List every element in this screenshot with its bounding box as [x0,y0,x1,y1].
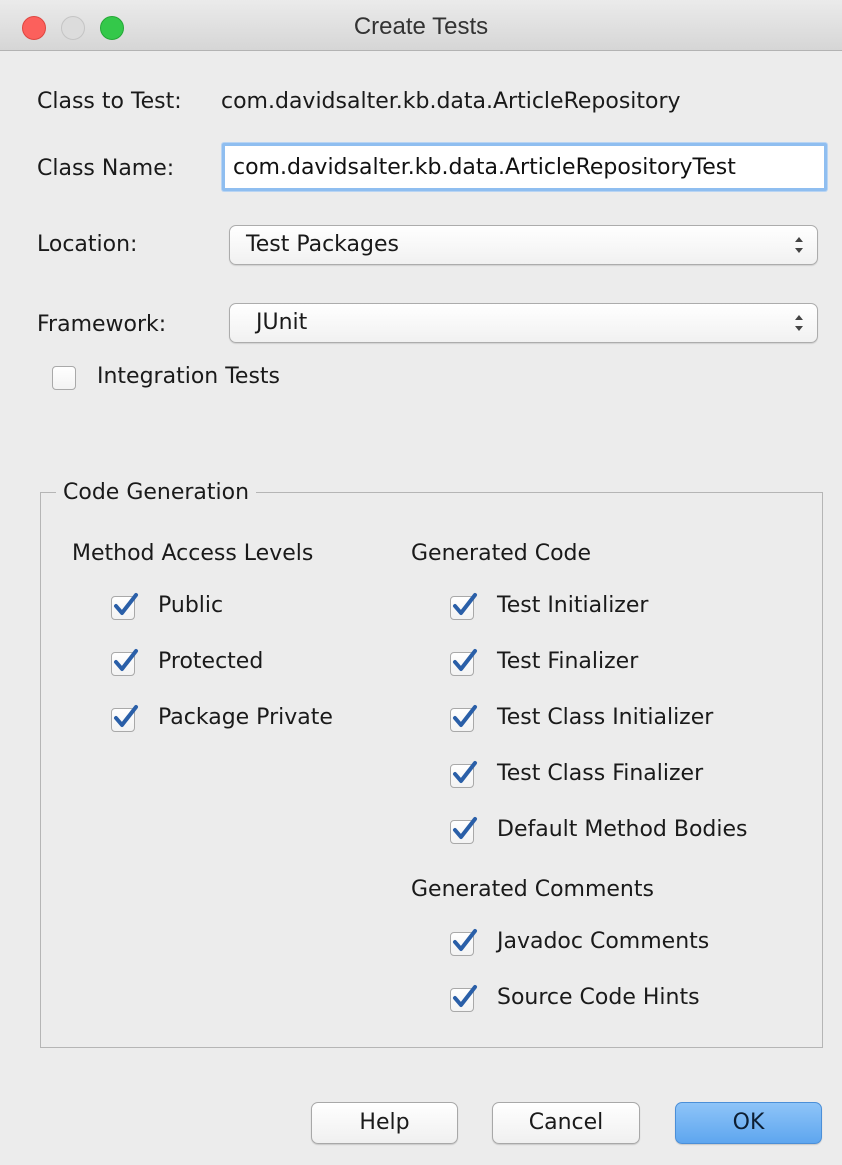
code-generation-group [40,492,823,1048]
create-tests-dialog: Create Tests Class to Test: com.davidsal… [0,0,842,1165]
test-class-initializer-checkbox[interactable] [450,705,477,732]
test-finalizer-label: Test Finalizer [497,649,639,674]
test-class-initializer-label: Test Class Initializer [497,705,714,730]
class-to-test-label: Class to Test: [37,89,182,114]
up-down-arrows-icon [795,237,803,253]
protected-label: Protected [158,649,264,674]
location-label: Location: [37,232,138,257]
test-class-finalizer-checkbox[interactable] [450,761,477,788]
public-checkbox[interactable] [111,593,138,620]
checkmark-icon [114,593,138,615]
window-title: Create Tests [353,13,489,40]
package-private-label: Package Private [158,705,333,730]
checkmark-icon [114,649,138,671]
generated-comments-heading: Generated Comments [411,877,654,902]
code-generation-title: Code Generation [56,480,257,505]
javadoc-comments-checkbox[interactable] [450,929,477,956]
test-finalizer-checkbox[interactable] [450,649,477,676]
public-label: Public [158,593,224,618]
method-access-heading: Method Access Levels [72,541,314,566]
framework-select-value: JUnit [256,310,308,335]
generated-code-heading: Generated Code [411,541,592,566]
ok-button[interactable]: OK [675,1102,822,1144]
help-button[interactable]: Help [311,1102,458,1144]
integration-tests-checkbox[interactable] [52,366,76,390]
location-select-value: Test Packages [246,232,399,257]
class-name-input[interactable] [222,143,827,191]
default-method-bodies-checkbox[interactable] [450,817,477,844]
test-initializer-checkbox[interactable] [450,593,477,620]
test-initializer-label: Test Initializer [497,593,649,618]
class-name-label: Class Name: [37,156,175,181]
checkmark-icon [453,985,477,1007]
protected-checkbox[interactable] [111,649,138,676]
up-down-arrows-icon [795,315,803,331]
package-private-checkbox[interactable] [111,705,138,732]
integration-tests-label: Integration Tests [97,364,281,389]
test-class-finalizer-label: Test Class Finalizer [497,761,704,786]
class-to-test-value: com.davidsalter.kb.data.ArticleRepositor… [221,89,681,114]
title-bar: Create Tests [0,0,842,51]
checkmark-icon [453,929,477,951]
javadoc-comments-label: Javadoc Comments [497,929,710,954]
checkmark-icon [453,649,477,671]
checkmark-icon [453,705,477,727]
cancel-button[interactable]: Cancel [492,1102,640,1144]
location-select[interactable]: Test Packages [229,225,818,265]
checkmark-icon [453,817,477,839]
checkmark-icon [453,593,477,615]
framework-label: Framework: [37,312,167,337]
checkmark-icon [453,761,477,783]
checkmark-icon [114,705,138,727]
source-code-hints-label: Source Code Hints [497,985,700,1010]
source-code-hints-checkbox[interactable] [450,985,477,1012]
framework-select[interactable]: JUnit [229,303,818,343]
default-method-bodies-label: Default Method Bodies [497,817,748,842]
